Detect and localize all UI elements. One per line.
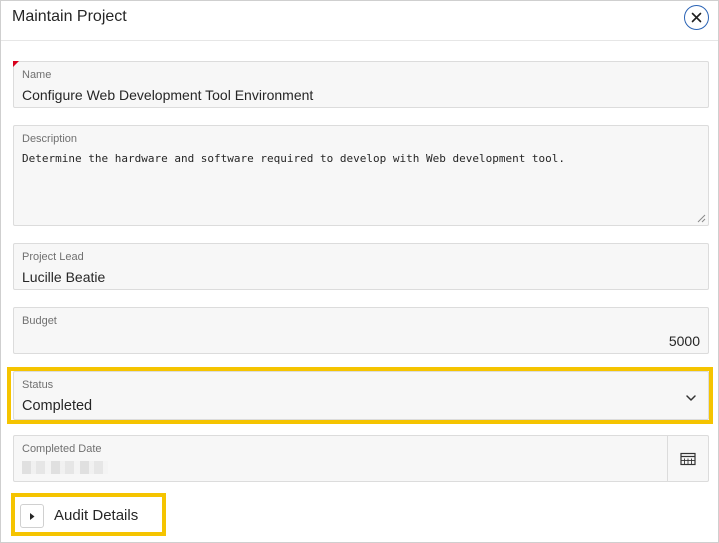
status-field[interactable]: Status Completed xyxy=(13,371,709,420)
dialog-header: Maintain Project xyxy=(1,1,718,41)
budget-field[interactable]: Budget 5000 xyxy=(13,307,709,354)
calendar-icon xyxy=(680,452,696,465)
description-field[interactable]: Description Determine the hardware and s… xyxy=(13,125,709,226)
chevron-down-icon[interactable] xyxy=(684,391,698,405)
status-select[interactable]: Completed xyxy=(22,397,92,415)
project-lead-label: Project Lead xyxy=(22,251,84,263)
status-label: Status xyxy=(22,379,54,391)
redacted-date-value xyxy=(22,461,108,474)
play-triangle-icon xyxy=(30,512,35,520)
project-lead-input[interactable]: Lucille Beatie xyxy=(22,268,105,286)
dialog-title: Maintain Project xyxy=(12,8,127,25)
calendar-button[interactable] xyxy=(668,436,708,481)
description-label: Description xyxy=(22,133,78,145)
budget-input[interactable]: 5000 xyxy=(669,332,700,350)
name-input[interactable]: Configure Web Development Tool Environme… xyxy=(22,86,313,104)
audit-details-toggle[interactable] xyxy=(20,504,44,528)
close-icon xyxy=(691,12,702,23)
completed-date-label: Completed Date xyxy=(22,443,102,455)
resize-grip-icon[interactable] xyxy=(697,214,706,223)
name-field[interactable]: Name Configure Web Development Tool Envi… xyxy=(13,61,709,108)
completed-date-field[interactable]: Completed Date xyxy=(13,435,709,482)
project-lead-field[interactable]: Project Lead Lucille Beatie xyxy=(13,243,709,290)
audit-details-label[interactable]: Audit Details xyxy=(54,506,138,526)
required-indicator xyxy=(13,61,19,67)
maintain-project-dialog: Maintain Project Name Configure Web Deve… xyxy=(0,0,719,543)
name-label: Name xyxy=(22,69,52,81)
close-button[interactable] xyxy=(684,5,709,30)
description-textarea[interactable]: Determine the hardware and software requ… xyxy=(22,152,565,166)
budget-label: Budget xyxy=(22,315,57,327)
